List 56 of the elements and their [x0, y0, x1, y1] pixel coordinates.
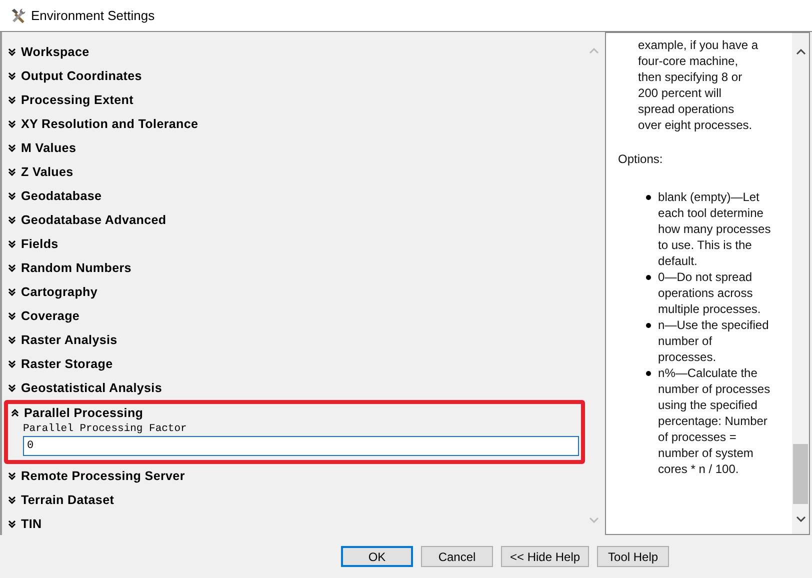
chevron-icon: [8, 496, 16, 504]
scroll-down-icon[interactable]: [796, 516, 806, 522]
section-header[interactable]: Output Coordinates: [8, 64, 142, 88]
option-text: n—Use the specified number of processes.: [658, 317, 770, 365]
chevron-icon: [8, 240, 16, 248]
section-header[interactable]: Processing Extent: [8, 88, 134, 112]
chevron-icon: [8, 520, 16, 528]
section-header[interactable]: Terrain Dataset: [8, 488, 114, 512]
section-header[interactable]: Fields: [8, 232, 58, 256]
section-header[interactable]: Geodatabase: [8, 184, 102, 208]
section-header[interactable]: Z Values: [8, 160, 74, 184]
scroll-thumb[interactable]: [793, 444, 808, 504]
dialog-button[interactable]: Cancel: [421, 546, 493, 567]
section-header[interactable]: Parallel Processing: [11, 404, 144, 422]
section-header[interactable]: Geostatistical Analysis: [8, 376, 162, 400]
chevron-icon: [8, 264, 16, 272]
section-header[interactable]: Coverage: [8, 304, 80, 328]
option-text: 0—Do not spread operations across multiple processes.: [658, 269, 762, 317]
chevron-icon: [11, 409, 19, 417]
dialog-button[interactable]: << Hide Help: [501, 546, 590, 567]
section-header[interactable]: Raster Analysis: [8, 328, 118, 352]
help-paragraph: example, if you have a four-core machine, then specifying 8 or 200 percent will spread operations over eight processes.: [638, 37, 760, 133]
section-header[interactable]: XY Resolution and Tolerance: [8, 112, 198, 136]
options-heading: Options:: [618, 151, 664, 167]
chevron-icon: [8, 48, 16, 56]
chevron-icon: [8, 72, 16, 80]
chevron-icon: [8, 120, 16, 128]
dialog-button[interactable]: Tool Help: [597, 546, 670, 567]
chevron-icon: [8, 312, 16, 320]
section-header[interactable]: Random Numbers: [8, 256, 132, 280]
section-header[interactable]: Remote Processing Server: [8, 464, 185, 488]
chevron-icon: [8, 144, 16, 152]
section-header[interactable]: Workspace: [8, 40, 90, 64]
section-header[interactable]: TIN: [8, 512, 42, 536]
chevron-icon: [8, 192, 16, 200]
chevron-icon: [8, 360, 16, 368]
scroll-up-icon[interactable]: [796, 49, 806, 55]
option-text: blank (empty)—Let each tool determine how many processes to use. This is the default.: [658, 189, 772, 269]
field-label: Parallel Processing Factor: [23, 422, 188, 436]
chevron-icon: [8, 336, 16, 344]
section-header[interactable]: Cartography: [8, 280, 98, 304]
section-header[interactable]: M Values: [8, 136, 76, 160]
chevron-icon: [8, 168, 16, 176]
input-field[interactable]: 0: [23, 436, 580, 456]
section-header[interactable]: Geodatabase Advanced: [8, 208, 166, 232]
window-title: Environment Settings: [31, 8, 155, 23]
chevron-icon: [8, 288, 16, 296]
chevron-icon: [8, 472, 16, 480]
scrollbar[interactable]: [792, 33, 809, 534]
option-text: n%—Calculate the number of processes using the specified percentage: Number of processes = number of system cores * n / 100.: [658, 365, 772, 477]
dialog-button[interactable]: OK: [341, 546, 413, 567]
chevron-icon: [8, 384, 16, 392]
section-header[interactable]: Raster Storage: [8, 352, 113, 376]
chevron-icon: [8, 96, 16, 104]
tools-icon: [9, 6, 27, 24]
chevron-icon: [8, 216, 16, 224]
